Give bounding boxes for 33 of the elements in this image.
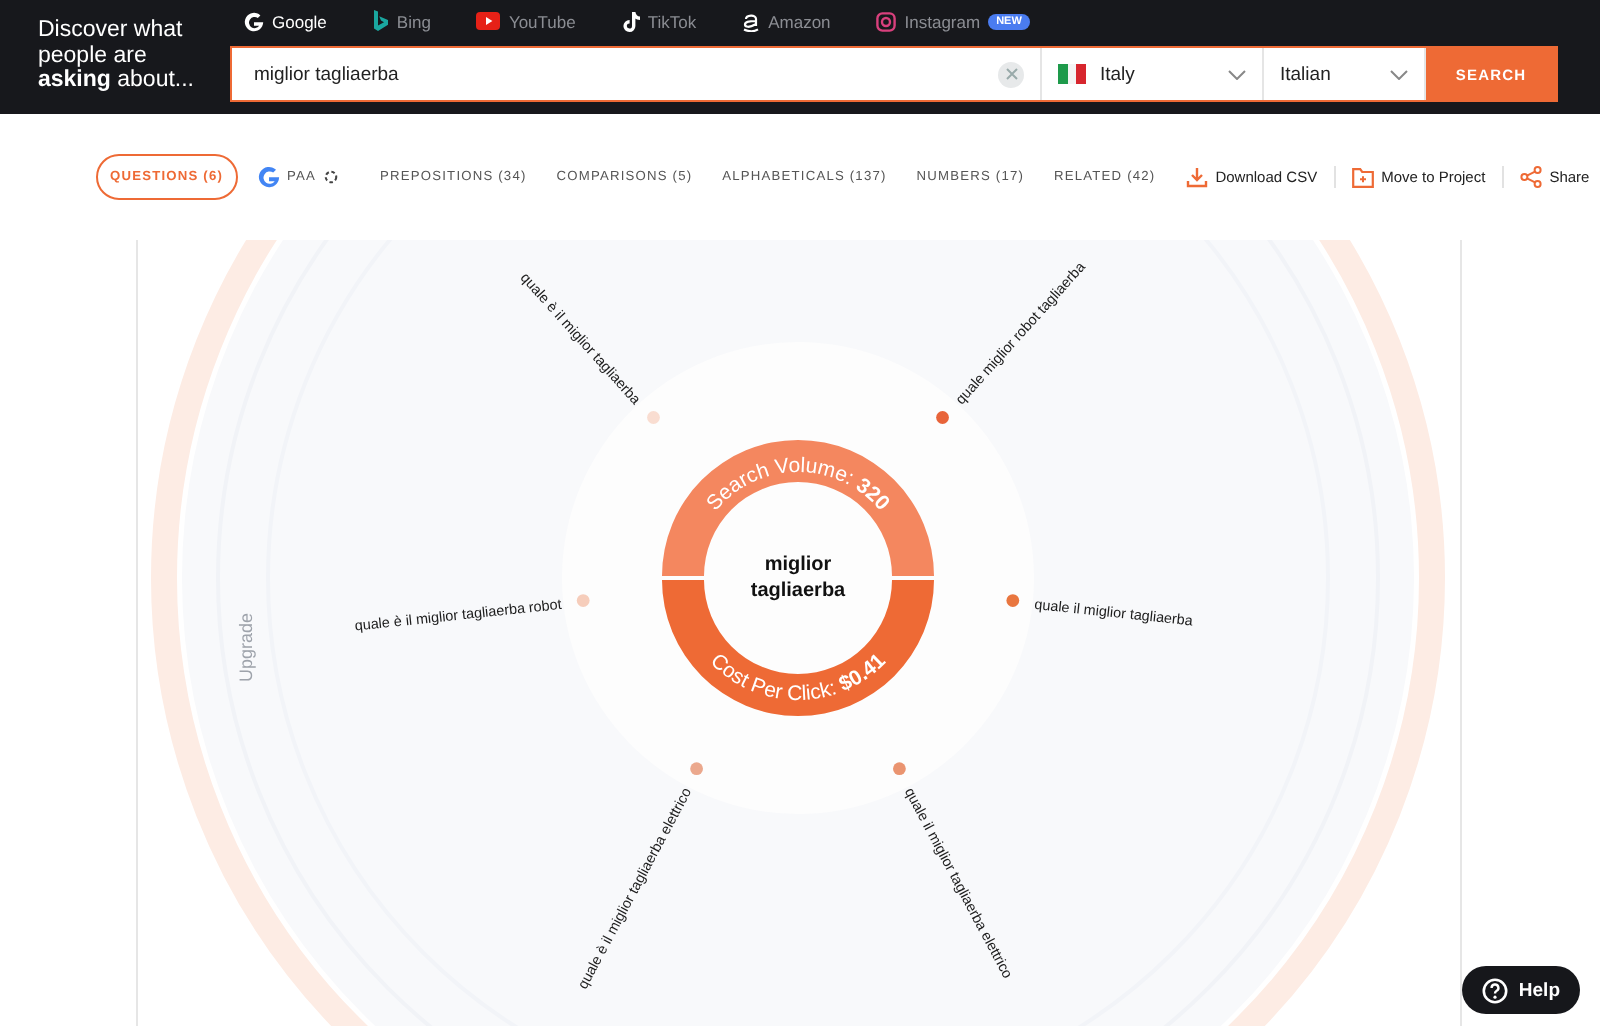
google-g-icon	[244, 11, 264, 31]
chevron-down-icon	[1228, 69, 1246, 79]
question-dot[interactable]	[936, 411, 949, 424]
help-button[interactable]: Help	[1462, 966, 1580, 1014]
folder-icon	[1351, 167, 1374, 187]
share-icon	[1519, 166, 1542, 188]
letter-a-icon	[742, 11, 761, 31]
engine-tab[interactable]: YouTube	[476, 0, 576, 42]
clear-icon[interactable]	[998, 61, 1024, 87]
country-select[interactable]: Italy	[1042, 48, 1264, 100]
search-field[interactable]: miglior tagliaerba	[254, 63, 998, 85]
google-g-icon	[257, 166, 280, 188]
chevron-down-icon	[1390, 69, 1408, 79]
download-icon	[1185, 166, 1208, 188]
engine-tab[interactable]: Amazon	[742, 0, 831, 42]
engine-tab[interactable]: TikTok	[621, 0, 697, 42]
play-icon	[476, 12, 501, 30]
question-dot[interactable]	[893, 762, 906, 776]
question-dot[interactable]	[690, 762, 703, 776]
keyword-label: miglior tagliaerba	[748, 552, 848, 604]
camera-icon	[876, 11, 897, 31]
engine-tab[interactable]: Google	[244, 0, 327, 42]
music-note-icon	[621, 11, 640, 31]
question-dot[interactable]	[647, 411, 660, 424]
tagline: Discover what people are asking about...	[36, 16, 196, 96]
bing-b-icon	[372, 10, 389, 32]
question-mark-icon	[1482, 977, 1509, 1003]
flag-icon	[1058, 64, 1086, 84]
question-dot[interactable]	[1006, 594, 1020, 607]
engine-tab[interactable]: Bing	[372, 0, 431, 42]
spinner-icon	[324, 170, 339, 184]
upgrade-label: Upgrade	[236, 612, 256, 682]
question-dot[interactable]	[576, 594, 590, 607]
